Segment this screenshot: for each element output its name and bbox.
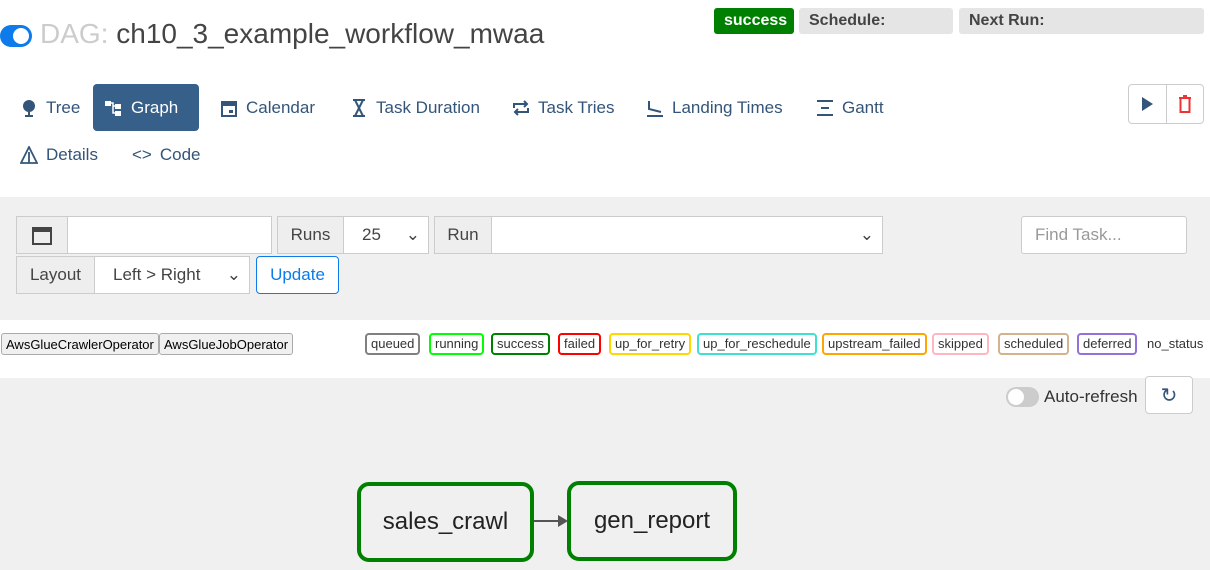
tab-label: Calendar	[246, 97, 315, 117]
tab-label: Graph	[131, 97, 179, 117]
play-icon	[1142, 97, 1154, 111]
state-legend-skipped: skipped	[932, 333, 989, 355]
state-legend-success: success	[491, 333, 550, 355]
gantt-icon	[817, 99, 833, 116]
run-label: Run	[434, 216, 492, 254]
code-icon: <>	[132, 145, 152, 164]
page-title: DAG: ch10_3_example_workflow_mwaa	[40, 18, 544, 50]
dag-actions	[1128, 84, 1204, 124]
tab-landing-times[interactable]: Landing Times	[634, 84, 795, 131]
state-legend-deferred: deferred	[1077, 333, 1138, 355]
layout-select[interactable]: Left > Right ⌄	[94, 256, 250, 294]
find-task-input[interactable]: Find Task...	[1021, 216, 1187, 254]
chevron-down-icon: ⌄	[226, 265, 241, 284]
plane-landing-icon	[647, 100, 663, 117]
calendar-icon	[32, 227, 52, 245]
hourglass-icon	[353, 98, 365, 117]
dag-id: ch10_3_example_workflow_mwaa	[116, 18, 545, 49]
layout-label: Layout	[16, 256, 95, 294]
chevron-down-icon: ⌄	[859, 225, 874, 244]
calendar-icon	[221, 100, 237, 117]
tab-calendar[interactable]: Calendar	[208, 84, 327, 131]
tab-task-tries[interactable]: Task Tries	[500, 84, 627, 131]
auto-refresh-toggle[interactable]	[1006, 387, 1039, 407]
tab-label: Gantt	[842, 97, 884, 117]
state-legend-up-for-reschedule: up_for_reschedule	[697, 333, 817, 355]
trash-icon	[1178, 95, 1191, 113]
runs-label: Runs	[277, 216, 344, 254]
refresh-icon: ↻	[1160, 384, 1178, 407]
tab-graph[interactable]: Graph	[93, 84, 199, 131]
tab-label: Task Duration	[376, 97, 480, 117]
run-select[interactable]: ⌄	[491, 216, 883, 254]
tab-label: Task Tries	[538, 97, 615, 117]
layout-value: Left > Right	[113, 265, 201, 284]
state-legend-scheduled: scheduled	[998, 333, 1070, 355]
operator-legend-item: AwsGlueJobOperator	[159, 333, 294, 355]
repeat-icon	[513, 99, 529, 116]
task-node[interactable]: sales_crawl	[357, 482, 534, 562]
dag-prefix: DAG:	[40, 18, 109, 49]
tab-details[interactable]: Details	[8, 132, 110, 178]
date-picker-button[interactable]	[16, 216, 68, 254]
warning-triangle-icon	[20, 146, 38, 164]
tab-task-duration[interactable]: Task Duration	[338, 84, 492, 131]
state-legend-upstream-failed: upstream_failed	[822, 333, 927, 355]
graph-icon	[105, 100, 121, 116]
tab-gantt[interactable]: Gantt	[804, 84, 896, 131]
update-button[interactable]: Update	[256, 256, 339, 294]
refresh-button[interactable]: ↻	[1145, 376, 1193, 414]
state-legend-up-for-retry: up_for_retry	[609, 333, 692, 355]
chevron-down-icon: ⌄	[405, 225, 420, 244]
auto-refresh-label: Auto-refresh	[1044, 387, 1138, 406]
schedule-badge: Schedule:	[799, 8, 953, 34]
dag-pause-toggle[interactable]	[0, 25, 32, 47]
state-legend-failed: failed	[558, 333, 602, 355]
task-node[interactable]: gen_report	[567, 481, 737, 561]
runs-value: 25	[362, 225, 381, 244]
status-badge: success	[714, 8, 794, 34]
tab-code[interactable]: <> Code	[120, 132, 213, 178]
trigger-dag-button[interactable]	[1129, 85, 1166, 123]
state-legend-no-status: no_status	[1147, 336, 1204, 351]
date-input[interactable]	[67, 216, 272, 254]
tab-label: Code	[159, 145, 201, 164]
state-legend-queued: queued	[365, 333, 421, 355]
state-legend-running: running	[429, 333, 485, 355]
tree-icon	[23, 99, 35, 117]
tab-label: Landing Times	[672, 97, 783, 117]
tab-label: Tree	[46, 97, 81, 117]
next-run-badge: Next Run:	[959, 8, 1204, 34]
delete-dag-button[interactable]	[1165, 85, 1204, 123]
tab-label: Details	[46, 145, 98, 164]
edge-arrow	[534, 515, 568, 527]
tab-tree[interactable]: Tree	[8, 84, 92, 131]
operator-legend-item: AwsGlueCrawlerOperator	[1, 333, 159, 355]
runs-select[interactable]: 25 ⌄	[343, 216, 429, 254]
